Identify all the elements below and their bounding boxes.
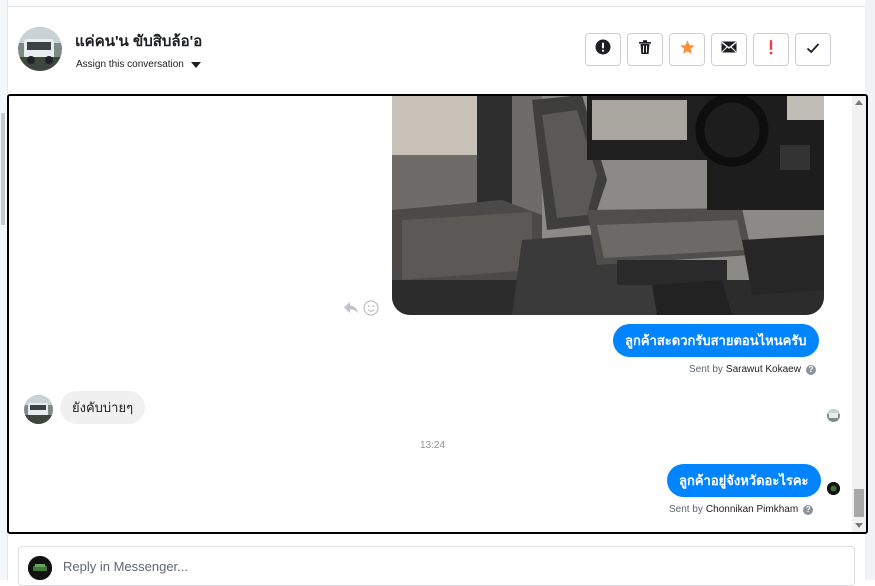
- reply-composer[interactable]: [18, 546, 855, 586]
- mark-done-button[interactable]: [795, 33, 831, 66]
- checkmark-icon: [806, 41, 820, 59]
- sent-by-prefix: Sent by: [669, 504, 703, 515]
- conversation-toolbar: [585, 33, 831, 66]
- photo-actions: [343, 300, 379, 321]
- mark-important-button[interactable]: [753, 33, 789, 66]
- envelope-icon: [721, 40, 737, 59]
- star-button[interactable]: [669, 33, 705, 66]
- sent-by-label: Sent by Chonnikan Pimkham ?: [669, 504, 814, 515]
- trash-icon: [637, 39, 653, 60]
- read-receipt-avatar: [827, 409, 840, 422]
- alert-circle-icon: [595, 39, 611, 60]
- page-avatar: [28, 556, 52, 580]
- conversation-header: แค่คน'น ขับสิบล้อ'อ Assign this conversa…: [8, 7, 865, 93]
- incoming-message[interactable]: ยังคับบ่ายๆ: [60, 391, 146, 424]
- contact-avatar[interactable]: [18, 27, 62, 71]
- help-icon[interactable]: ?: [803, 504, 814, 515]
- scroll-up-arrow-icon[interactable]: [855, 100, 863, 105]
- photo-attachment[interactable]: [392, 96, 824, 315]
- sent-by-label: Sent by Sarawut Kokaew ?: [689, 364, 816, 375]
- scrollbar-thumb[interactable]: [854, 489, 864, 517]
- sender-name: Chonnikan Pimkham: [705, 504, 799, 515]
- read-receipt-avatar: [827, 482, 840, 495]
- sent-by-prefix: Sent by: [689, 364, 723, 375]
- outgoing-message[interactable]: ลูกค้าสะดวกรับสายตอนไหนครับ: [613, 324, 819, 357]
- assign-conversation-dropdown[interactable]: Assign this conversation: [76, 59, 201, 70]
- message-timestamp: 13:24: [419, 440, 446, 451]
- delete-button[interactable]: [627, 33, 663, 66]
- reply-arrow-icon[interactable]: [343, 301, 359, 320]
- message-thread[interactable]: ลูกค้าสะดวกรับสายตอนไหนครับ Sent by Sara…: [7, 94, 868, 534]
- outgoing-message[interactable]: ลูกค้าอยู่จังหวัดอะไรคะ: [667, 464, 821, 497]
- thread-scrollbar[interactable]: [852, 96, 866, 532]
- emoji-react-icon[interactable]: [363, 300, 379, 321]
- mark-unread-button[interactable]: [711, 33, 747, 66]
- reply-input[interactable]: [63, 559, 823, 574]
- exclamation-icon: [768, 39, 774, 60]
- caret-down-icon: [190, 61, 201, 68]
- help-icon[interactable]: ?: [805, 364, 816, 375]
- scroll-down-arrow-icon[interactable]: [855, 523, 863, 528]
- assign-label: Assign this conversation: [76, 59, 184, 70]
- contact-avatar-small[interactable]: [24, 395, 53, 424]
- sender-name: Sarawut Kokaew: [725, 364, 801, 375]
- mark-spam-button[interactable]: [585, 33, 621, 66]
- contact-name[interactable]: แค่คน'น ขับสิบล้อ'อ: [75, 29, 202, 53]
- left-scrollbar-thumb[interactable]: [1, 113, 5, 225]
- star-icon: [679, 39, 696, 61]
